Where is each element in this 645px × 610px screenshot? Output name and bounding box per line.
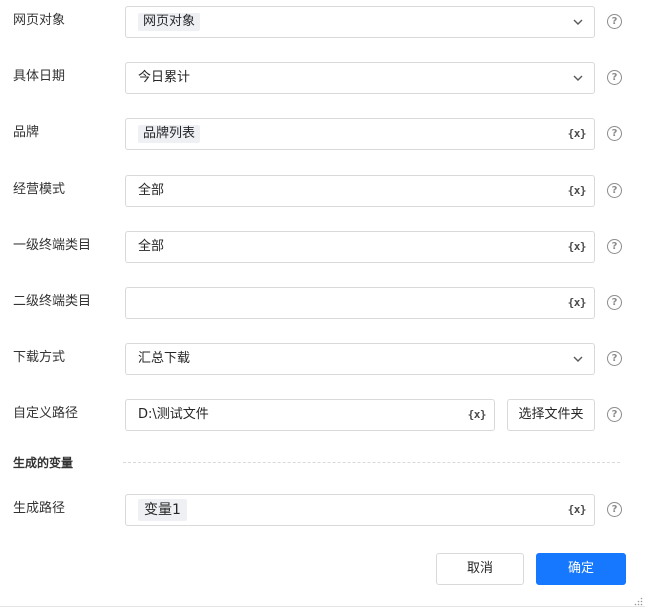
row-level1-category: 一级终端类目 全部 {x} ? bbox=[0, 231, 645, 263]
brand-tag: 品牌列表 bbox=[138, 125, 201, 143]
variable-config-form: 网页对象 网页对象 ? 具体日期 今日累计 ? 品牌 品牌列表 {x} ? 经营… bbox=[0, 0, 645, 610]
help-icon[interactable]: ? bbox=[607, 351, 622, 366]
level2-category-input[interactable]: {x} bbox=[125, 287, 595, 319]
resize-grip-icon[interactable] bbox=[634, 597, 643, 606]
variable-icon[interactable]: {x} bbox=[568, 184, 587, 198]
download-mode-value: 汇总下载 bbox=[138, 351, 191, 366]
row-level2-category: 二级终端类目 {x} ? bbox=[0, 287, 645, 319]
help-icon[interactable]: ? bbox=[607, 295, 622, 310]
cancel-button[interactable]: 取消 bbox=[436, 553, 524, 585]
web-object-select[interactable]: 网页对象 bbox=[125, 6, 595, 38]
help-icon[interactable]: ? bbox=[607, 239, 622, 254]
specific-date-value: 今日累计 bbox=[138, 70, 191, 85]
download-mode-label: 下载方式 bbox=[13, 350, 66, 365]
help-icon[interactable]: ? bbox=[607, 183, 622, 198]
business-mode-value: 全部 bbox=[138, 183, 165, 198]
variable-icon[interactable]: {x} bbox=[468, 408, 487, 422]
output-variable-tag: 变量1 bbox=[138, 499, 187, 521]
confirm-button[interactable]: 确定 bbox=[536, 553, 626, 585]
select-folder-button[interactable]: 选择文件夹 bbox=[507, 399, 595, 431]
brand-label: 品牌 bbox=[13, 125, 40, 140]
section-title-generated-variables: 生成的变量 bbox=[13, 456, 74, 470]
row-custom-path: 自定义路径 D:\测试文件 {x} 选择文件夹 ? bbox=[0, 399, 645, 431]
row-specific-date: 具体日期 今日累计 ? bbox=[0, 62, 645, 94]
variable-icon[interactable]: {x} bbox=[568, 240, 587, 254]
variable-icon[interactable]: {x} bbox=[568, 127, 587, 141]
help-icon[interactable]: ? bbox=[607, 70, 622, 85]
level1-category-label: 一级终端类目 bbox=[13, 238, 92, 253]
help-icon[interactable]: ? bbox=[607, 407, 622, 422]
specific-date-select[interactable]: 今日累计 bbox=[125, 62, 595, 94]
business-mode-input[interactable]: 全部 {x} bbox=[125, 175, 595, 207]
bottom-divider bbox=[0, 606, 645, 607]
help-icon[interactable]: ? bbox=[607, 14, 622, 29]
help-icon[interactable]: ? bbox=[607, 502, 622, 517]
variable-icon[interactable]: {x} bbox=[568, 296, 587, 310]
level2-category-label: 二级终端类目 bbox=[13, 294, 92, 309]
web-object-tag: 网页对象 bbox=[138, 13, 201, 31]
row-download-mode: 下载方式 汇总下载 ? bbox=[0, 343, 645, 375]
custom-path-value: D:\测试文件 bbox=[138, 407, 209, 422]
output-path-input[interactable]: 变量1 {x} bbox=[125, 494, 595, 526]
chevron-down-icon bbox=[573, 356, 583, 362]
chevron-down-icon bbox=[573, 75, 583, 81]
row-web-object: 网页对象 网页对象 ? bbox=[0, 6, 645, 38]
row-output-path: 生成路径 变量1 {x} ? bbox=[0, 494, 645, 526]
custom-path-label: 自定义路径 bbox=[13, 406, 79, 421]
custom-path-input[interactable]: D:\测试文件 {x} bbox=[125, 399, 495, 431]
row-business-mode: 经营模式 全部 {x} ? bbox=[0, 175, 645, 207]
web-object-label: 网页对象 bbox=[13, 13, 66, 28]
specific-date-label: 具体日期 bbox=[13, 69, 66, 84]
output-path-label: 生成路径 bbox=[13, 501, 66, 516]
business-mode-label: 经营模式 bbox=[13, 182, 66, 197]
level1-category-input[interactable]: 全部 {x} bbox=[125, 231, 595, 263]
section-divider bbox=[123, 462, 620, 463]
download-mode-select[interactable]: 汇总下载 bbox=[125, 343, 595, 375]
help-icon[interactable]: ? bbox=[607, 126, 622, 141]
level1-category-value: 全部 bbox=[138, 239, 165, 254]
row-brand: 品牌 品牌列表 {x} ? bbox=[0, 118, 645, 150]
brand-input[interactable]: 品牌列表 {x} bbox=[125, 118, 595, 150]
variable-icon[interactable]: {x} bbox=[568, 503, 587, 517]
chevron-down-icon bbox=[573, 19, 583, 25]
